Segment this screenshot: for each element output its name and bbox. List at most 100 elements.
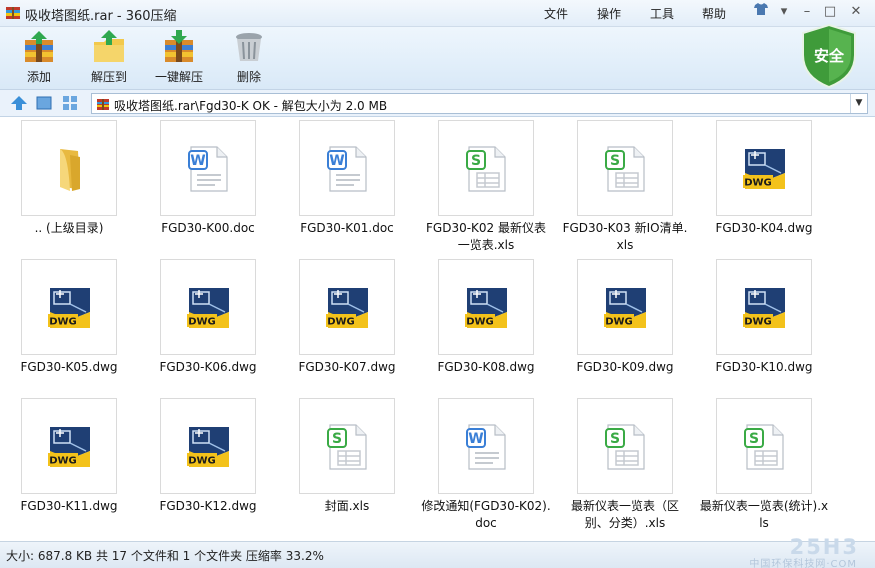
autocad-dwg-icon: DWG xyxy=(326,288,368,328)
file-thumbnail[interactable]: DWG xyxy=(577,259,673,355)
file-item[interactable]: DWG FGD30-K05.dwg xyxy=(4,259,134,376)
close-icon[interactable]: ✕ xyxy=(845,3,867,21)
file-item[interactable]: S FGD30-K02 最新仪表一览表.xls xyxy=(421,120,551,254)
spreadsheet-icon: S xyxy=(327,424,367,470)
file-name: FGD30-K04.dwg xyxy=(715,221,813,235)
trash-icon xyxy=(236,33,262,61)
file-thumbnail[interactable]: S xyxy=(299,398,395,494)
address-bar: 吸收塔图纸.rar\Fgd30-K OK - 解包大小为 2.0 MB ▼ xyxy=(0,89,875,117)
file-name: FGD30-K03 新IO清单.xls xyxy=(562,221,688,252)
autocad-dwg-icon: DWG xyxy=(465,288,507,328)
parent-folder-item[interactable]: .. (上级目录) xyxy=(4,120,134,237)
spreadsheet-icon: S xyxy=(744,424,784,470)
one-click-extract-button[interactable]: 一键解压 xyxy=(144,30,214,88)
file-thumbnail[interactable]: W xyxy=(299,120,395,216)
file-thumbnail[interactable]: DWG xyxy=(716,259,812,355)
up-arrow-icon[interactable] xyxy=(10,95,28,111)
svg-text:DWG: DWG xyxy=(744,317,772,328)
svg-text:DWG: DWG xyxy=(49,456,77,467)
svg-text:DWG: DWG xyxy=(466,317,494,328)
file-thumbnail[interactable]: DWG xyxy=(716,120,812,216)
watermark-logo: 25H3 中国环保科技网·COM xyxy=(749,535,859,568)
address-input[interactable]: 吸收塔图纸.rar\Fgd30-K OK - 解包大小为 2.0 MB ▼ xyxy=(91,93,868,114)
file-name: 封面.xls xyxy=(324,499,370,513)
word-document-icon: W xyxy=(327,146,367,192)
extract-to-button[interactable]: 解压到 xyxy=(74,30,144,88)
file-thumbnail[interactable] xyxy=(21,120,117,216)
title-bar: 吸收塔图纸.rar - 360压缩 文件 操作 工具 帮助 ▾ – □ ✕ xyxy=(0,0,875,27)
file-name: FGD30-K05.dwg xyxy=(20,360,118,374)
svg-text:W: W xyxy=(190,153,205,169)
file-item[interactable]: W FGD30-K00.doc xyxy=(143,120,273,237)
autocad-dwg-icon: DWG xyxy=(743,149,785,189)
autocad-dwg-icon: DWG xyxy=(743,288,785,328)
file-item[interactable]: DWG FGD30-K11.dwg xyxy=(4,398,134,515)
svg-text:S: S xyxy=(749,431,759,447)
svg-text:S: S xyxy=(471,153,481,169)
file-thumbnail[interactable]: DWG xyxy=(299,259,395,355)
file-thumbnail[interactable]: W xyxy=(160,120,256,216)
file-name: 最新仪表一览表（区别、分类）.xls xyxy=(570,499,679,530)
file-grid: .. (上级目录) W FGD30-K00.doc W FGD30-K01.doc S FG… xyxy=(0,117,875,541)
file-name: FGD30-K07.dwg xyxy=(298,360,396,374)
file-item[interactable]: DWG FGD30-K10.dwg xyxy=(699,259,829,376)
file-item[interactable]: DWG FGD30-K09.dwg xyxy=(560,259,690,376)
file-item[interactable]: S 最新仪表一览表（区别、分类）.xls xyxy=(560,398,690,532)
skin-icon[interactable] xyxy=(750,3,772,21)
window-title: 吸收塔图纸.rar - 360压缩 xyxy=(25,9,177,24)
spreadsheet-icon: S xyxy=(466,146,506,192)
svg-text:W: W xyxy=(468,431,483,447)
svg-text:W: W xyxy=(329,153,344,169)
file-thumbnail[interactable]: DWG xyxy=(160,259,256,355)
small-icon-view-icon[interactable] xyxy=(62,95,78,111)
file-name: FGD30-K06.dwg xyxy=(159,360,257,374)
file-thumbnail[interactable]: DWG xyxy=(21,398,117,494)
file-thumbnail[interactable]: S xyxy=(438,120,534,216)
file-item[interactable]: W 修改通知(FGD30-K02).doc xyxy=(421,398,551,532)
file-thumbnail[interactable]: S xyxy=(577,398,673,494)
menu-dropdown-icon[interactable]: ▾ xyxy=(773,3,795,21)
security-shield[interactable]: 安全 xyxy=(800,23,858,89)
file-item[interactable]: S 封面.xls xyxy=(282,398,412,515)
file-item[interactable]: S 最新仪表一览表(统计).xls xyxy=(699,398,829,532)
svg-text:S: S xyxy=(610,153,620,169)
svg-text:DWG: DWG xyxy=(188,317,216,328)
file-item[interactable]: DWG FGD30-K06.dwg xyxy=(143,259,273,376)
delete-label: 删除 xyxy=(236,70,261,84)
svg-text:DWG: DWG xyxy=(605,317,633,328)
file-item[interactable]: DWG FGD30-K08.dwg xyxy=(421,259,551,376)
file-name: FGD30-K09.dwg xyxy=(576,360,674,374)
file-thumbnail[interactable]: W xyxy=(438,398,534,494)
file-thumbnail[interactable]: DWG xyxy=(438,259,534,355)
autocad-dwg-icon: DWG xyxy=(48,427,90,467)
maximize-icon[interactable]: □ xyxy=(819,3,841,21)
file-thumbnail[interactable]: S xyxy=(716,398,812,494)
address-dropdown-icon[interactable]: ▼ xyxy=(850,94,867,113)
folder-icon xyxy=(60,149,80,191)
file-name: FGD30-K02 最新仪表一览表.xls xyxy=(426,221,546,252)
autocad-dwg-icon: DWG xyxy=(48,288,90,328)
add-button[interactable]: 添加 xyxy=(4,30,74,88)
menu-operate[interactable]: 操作 xyxy=(597,5,621,22)
status-bar: 大小: 687.8 KB 共 17 个文件和 1 个文件夹 压缩率 33.2% … xyxy=(0,535,875,568)
menu-tools[interactable]: 工具 xyxy=(650,5,674,22)
large-icon-view-icon[interactable] xyxy=(36,95,52,111)
menu-help[interactable]: 帮助 xyxy=(702,5,726,22)
file-thumbnail[interactable]: DWG xyxy=(160,398,256,494)
file-item[interactable]: DWG FGD30-K12.dwg xyxy=(143,398,273,515)
file-name: FGD30-K12.dwg xyxy=(159,499,257,513)
spreadsheet-icon: S xyxy=(605,146,645,192)
file-thumbnail[interactable]: DWG xyxy=(21,259,117,355)
file-item[interactable]: DWG FGD30-K07.dwg xyxy=(282,259,412,376)
minimize-icon[interactable]: – xyxy=(796,3,818,21)
autocad-dwg-icon: DWG xyxy=(604,288,646,328)
file-item[interactable]: DWG FGD30-K04.dwg xyxy=(699,120,829,237)
delete-button[interactable]: 删除 xyxy=(214,30,284,88)
one-click-extract-icon xyxy=(165,30,193,62)
file-name: .. (上级目录) xyxy=(34,221,104,235)
file-item[interactable]: S FGD30-K03 新IO清单.xls xyxy=(560,120,690,254)
file-thumbnail[interactable]: S xyxy=(577,120,673,216)
add-archive-icon xyxy=(25,31,53,62)
menu-file[interactable]: 文件 xyxy=(544,5,568,22)
file-item[interactable]: W FGD30-K01.doc xyxy=(282,120,412,237)
